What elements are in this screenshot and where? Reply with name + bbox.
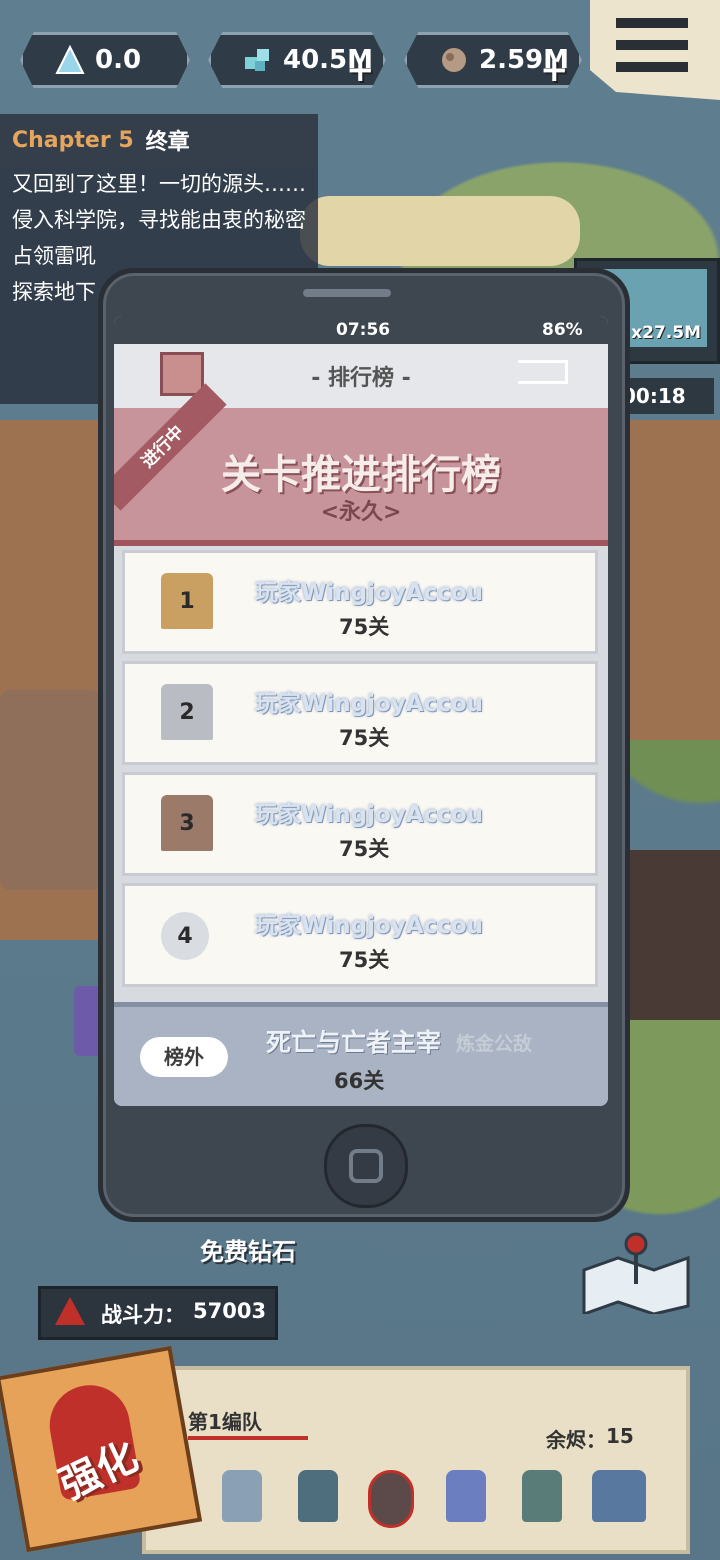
- quest-item[interactable]: 侵入科学院，寻找能由衷的秘密: [0, 202, 318, 238]
- chapter-header: Chapter 5 终章: [0, 114, 318, 166]
- multiplier-text: x27.5M: [631, 323, 701, 343]
- free-gems-label[interactable]: 免费钻石: [200, 1232, 296, 1267]
- my-level: 66关: [334, 1069, 385, 1093]
- phone-home-button[interactable]: [324, 1124, 408, 1208]
- hero-slot[interactable]: [592, 1470, 646, 1522]
- player-level: 75关: [339, 615, 390, 639]
- player-name: 玩家WingjoyAccou: [255, 580, 484, 606]
- player-level: 75关: [339, 837, 390, 861]
- home-square-icon: [349, 1149, 383, 1183]
- power-value: 57003: [193, 1299, 267, 1323]
- my-rank-row: 榜外 死亡与亡者主宰 炼金公敌 66关: [114, 1002, 608, 1106]
- leaderboard-row[interactable]: 2 玩家WingjoyAccou 75关: [122, 661, 598, 765]
- timer-value: 00:18: [622, 384, 686, 408]
- player-name: 玩家WingjoyAccou: [255, 691, 484, 717]
- team-underline: [188, 1436, 308, 1440]
- leaderboard-row[interactable]: 3 玩家WingjoyAccou 75关: [122, 772, 598, 876]
- resource-crystal: 0.0: [20, 32, 190, 88]
- warning-icon: [55, 1297, 85, 1325]
- board-subtitle: <永久>: [320, 500, 402, 525]
- unranked-badge: 榜外: [140, 1037, 228, 1077]
- rank-badge: 4: [161, 912, 209, 960]
- status-bar: 07:56 86%: [114, 316, 608, 344]
- crystal-value: 0.0: [95, 45, 142, 75]
- player-name: 玩家WingjoyAccou: [255, 913, 484, 939]
- crystal-icon: [55, 44, 85, 75]
- add-gems-button[interactable]: +: [346, 50, 375, 90]
- power-label: 战斗力：: [101, 1303, 185, 1327]
- rank-medal-bronze: 3: [161, 795, 213, 851]
- remain-value: 15: [606, 1424, 634, 1448]
- my-name: 死亡与亡者主宰: [266, 1028, 442, 1057]
- combat-power-panel: 战斗力： 57003: [38, 1286, 278, 1340]
- team-name: 第1编队: [188, 1410, 262, 1434]
- quest-item[interactable]: 又回到了这里！一切的源头……: [0, 166, 318, 202]
- remain-label: 余烬：: [546, 1428, 606, 1452]
- chapter-label: Chapter 5: [12, 127, 134, 153]
- menu-button[interactable]: [590, 0, 720, 100]
- rank-medal-silver: 2: [161, 684, 213, 740]
- my-tag: 炼金公敌: [456, 1033, 533, 1055]
- chapter-title: 终章: [145, 130, 190, 155]
- rank-medal-gold: 1: [161, 573, 213, 629]
- hero-slot[interactable]: [522, 1470, 562, 1522]
- hero-slot[interactable]: [368, 1470, 414, 1528]
- board-title: 关卡推进排行榜: [221, 452, 501, 498]
- machine-building: [622, 850, 720, 1020]
- player-level: 75关: [339, 948, 390, 972]
- player-level: 75关: [339, 726, 390, 750]
- leaderboard-row[interactable]: 4 玩家WingjoyAccou 75关: [122, 883, 598, 987]
- status-time: 07:56: [336, 320, 391, 340]
- hero-slot[interactable]: [446, 1470, 486, 1522]
- world-map-button[interactable]: [580, 1230, 692, 1317]
- ore-icon: [439, 45, 469, 75]
- status-battery: 86%: [542, 320, 583, 340]
- building: [0, 690, 100, 890]
- map-icon: [582, 1232, 690, 1317]
- beach: [300, 196, 580, 266]
- hero-slot[interactable]: [222, 1470, 262, 1522]
- dirt-path: [620, 420, 720, 740]
- phone-speaker: [303, 289, 391, 297]
- hero-slot[interactable]: [298, 1470, 338, 1522]
- add-ore-button[interactable]: +: [540, 50, 569, 90]
- team-panel[interactable]: 第1编队 余烬： 15: [142, 1366, 690, 1554]
- back-icon[interactable]: [518, 360, 568, 384]
- phone-screen: 07:56 86% - 排行榜 - 进行中 关卡推进排行榜 <永久> 1 玩家W…: [114, 316, 608, 1106]
- enhance-button[interactable]: 强化: [0, 1345, 203, 1553]
- gem-cubes-icon: [243, 45, 273, 75]
- leaderboard-row[interactable]: 1 玩家WingjoyAccou 75关: [122, 550, 598, 654]
- leaderboard-banner: 进行中 关卡推进排行榜 <永久>: [114, 383, 608, 546]
- player-name: 玩家WingjoyAccou: [255, 802, 484, 828]
